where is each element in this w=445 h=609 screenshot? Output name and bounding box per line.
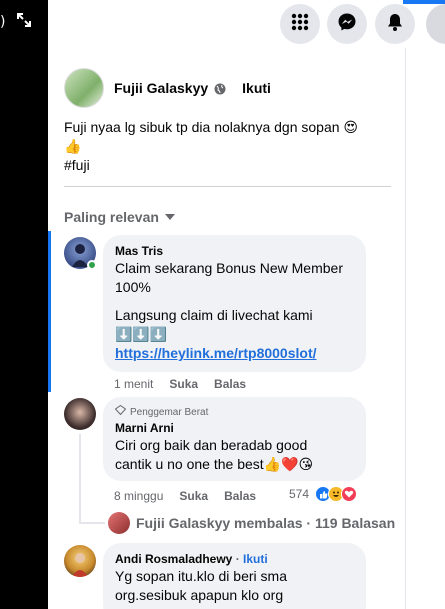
scrollbar-track[interactable] [405,48,406,609]
post-body: Fuji nyaa lg sibuk tp dia nolaknya dgn s… [64,118,384,175]
comment-author[interactable]: Marni Arni [115,420,354,436]
comment-sort-dropdown[interactable]: Paling relevan [64,209,175,225]
bell-icon [385,12,405,37]
comment-text: cantik u no one the best👍❤️😘 [115,456,314,472]
comment-text: Langsung claim di livechat kami [115,307,313,323]
messenger-button[interactable] [327,4,367,44]
sort-label: Paling relevan [64,209,159,225]
like-button[interactable]: Suka [179,489,208,503]
reaction-count: 574 [289,487,310,501]
badge-label: Penggemar Berat [130,406,209,418]
comment-actions: 8 minggu Suka Balas [114,489,256,503]
thread-line [79,434,81,524]
divider [64,186,391,187]
menu-grid-icon [290,12,310,37]
like-button[interactable]: Suka [169,377,198,391]
svg-text:): ) [0,14,5,28]
active-indicator [403,0,445,4]
replies-summary-text: Fujii Galaskyy membalas · 119 Balasan [136,515,396,531]
comment-text: Claim sekarang Bonus New Member [115,260,343,276]
comment-author[interactable]: Andi Rosmaladhewy [115,552,232,566]
post-text-line: 👍 [64,138,82,154]
close-icon[interactable]: ) [0,14,12,30]
profile-avatar-button[interactable] [426,4,445,44]
post-author-avatar[interactable] [64,68,104,108]
comment-bubble: Penggemar Berat Marni Arni Ciri org baik… [103,397,366,481]
comment-actions: 1 menit Suka Balas [114,377,246,391]
comment-timestamp[interactable]: 8 minggu [114,489,163,503]
follow-button[interactable]: Ikuti [243,552,268,566]
reaction-summary[interactable]: 574 [289,486,358,502]
messenger-icon [337,12,357,37]
post-author-name[interactable]: Fujii Galaskyy [114,80,208,96]
comment-text: Yg sopan itu.klo di beri sma [115,568,287,584]
thread-line [79,522,105,524]
commenter-avatar[interactable] [64,545,96,577]
love-reaction-icon [341,486,358,502]
follow-button[interactable]: Ikuti [242,80,271,96]
comment-author[interactable]: Mas Tris [115,243,354,259]
post-panel: Fujii Galaskyy Ikuti Fuji nyaa lg sibuk … [48,48,405,609]
fan-badge: Penggemar Berat [114,404,354,420]
commenter-avatar[interactable] [64,398,96,430]
expand-icon[interactable] [14,10,34,30]
highlight-bar [48,231,51,392]
comment-text: Ciri org baik dan beradab good [115,437,308,453]
notifications-button[interactable] [375,4,415,44]
post-header: Fujii Galaskyy Ikuti [64,68,271,108]
reply-author-avatar [108,512,130,534]
top-navigation-bar [48,0,445,46]
comment-bubble: Andi Rosmaladhewy · Ikuti Yg sopan itu.k… [103,543,366,609]
comment-link[interactable]: https://heylink.me/rtp8000slot/ [115,344,354,363]
globe-icon [214,82,226,95]
media-viewer-edge: ) [0,0,48,609]
comment-author-row: Andi Rosmaladhewy · Ikuti [115,552,268,566]
menu-button[interactable] [280,4,320,44]
reply-button[interactable]: Balas [224,489,256,503]
caret-down-icon [164,214,175,220]
star-badge-icon [114,404,127,420]
post-text-line: Fuji nyaa lg sibuk tp dia nolaknya dgn s… [64,119,358,135]
comment-text: org.sesibuk apapun klo org [115,587,284,603]
post-hashtag[interactable]: #fuji [64,156,384,175]
online-status-badge [87,260,97,270]
comment-bubble: Mas Tris Claim sekarang Bonus New Member… [103,235,366,372]
comment-emoji: ⬇️⬇️⬇️ [115,326,168,342]
comment-text: 100% [115,279,151,295]
reply-button[interactable]: Balas [214,377,246,391]
comment-timestamp[interactable]: 1 menit [114,377,153,391]
view-replies-link[interactable]: Fujii Galaskyy membalas · 119 Balasan [108,512,395,534]
